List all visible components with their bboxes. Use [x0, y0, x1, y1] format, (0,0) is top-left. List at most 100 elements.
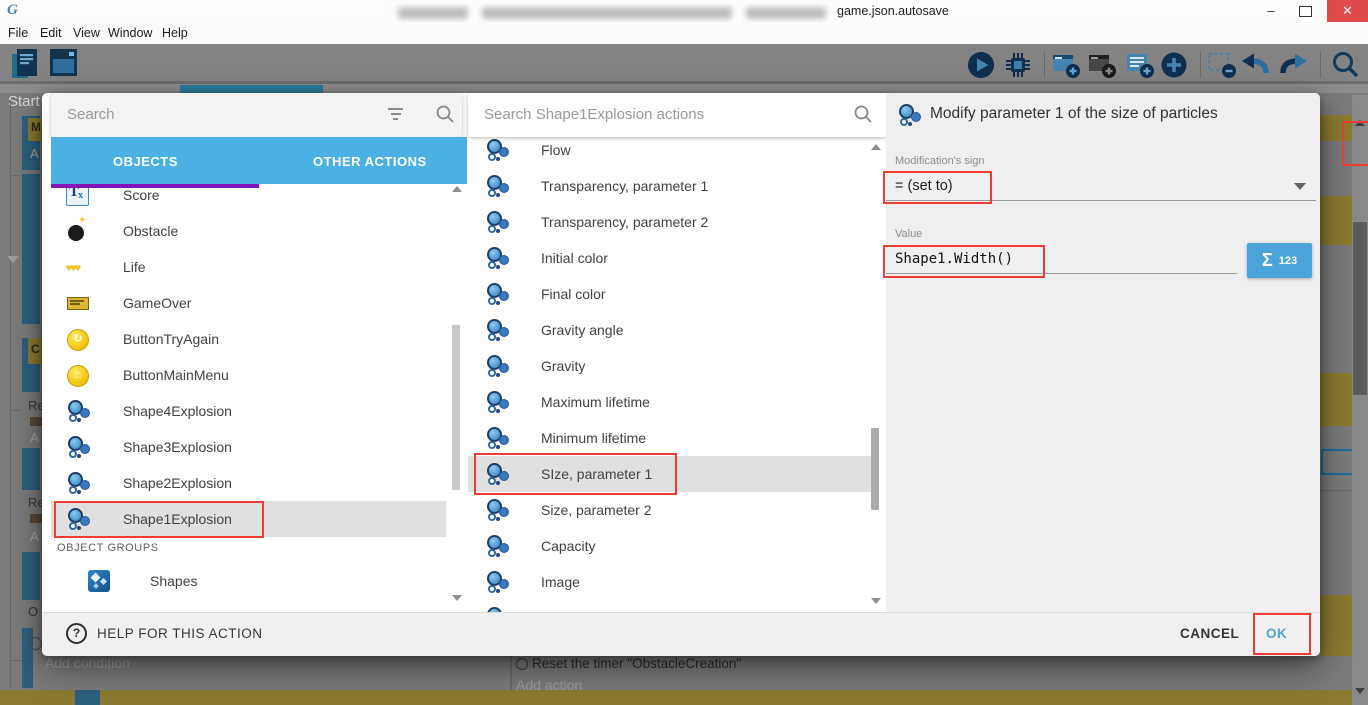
delete-event-button[interactable]: [1206, 50, 1238, 85]
object-list-item[interactable]: Shape4Explosion: [51, 393, 446, 429]
project-manager-icon[interactable]: [10, 47, 40, 86]
help-icon[interactable]: ?: [66, 623, 87, 644]
blurred-path: [398, 4, 840, 22]
action-list-item[interactable]: Final color: [468, 276, 872, 312]
object-search-field[interactable]: Search: [51, 93, 462, 137]
scrollbar-down-arrow[interactable]: [1355, 688, 1365, 694]
annotation-box-ok: [1253, 613, 1311, 655]
action-list-item[interactable]: Image: [468, 564, 872, 600]
particle-emitter-icon: [485, 282, 509, 306]
particle-emitter-icon: [485, 354, 509, 378]
undo-icon[interactable]: [1240, 50, 1272, 85]
object-list-item[interactable]: Shape3Explosion: [51, 429, 446, 465]
add-placeholder-letter: A: [30, 430, 39, 445]
annotation-box-scrollbar-top: [1342, 121, 1368, 166]
comment-letter: C: [31, 342, 40, 356]
action-list-item[interactable]: Capacity: [468, 528, 872, 564]
object-list-item[interactable]: ✦ Obstacle: [51, 213, 446, 249]
action-list-item[interactable]: Gravity angle: [468, 312, 872, 348]
actions-scroll-down[interactable]: [871, 598, 881, 604]
add-comment-button[interactable]: [1124, 50, 1156, 85]
tab-objects[interactable]: OBJECTS: [113, 154, 178, 169]
title-bar: G game.json.autosave – ✕: [0, 0, 1368, 22]
add-condition-placeholder[interactable]: Add condition: [45, 655, 130, 671]
menu-file[interactable]: File: [8, 26, 28, 40]
event-tree-tick: [10, 175, 21, 176]
particle-emitter-icon: [66, 399, 90, 423]
particle-emitter-icon: [485, 390, 509, 414]
tab-other-actions[interactable]: OTHER ACTIONS: [313, 154, 427, 169]
scrollbar-thumb[interactable]: [1353, 222, 1367, 395]
hearts-icon: ♥♥♥: [66, 255, 90, 279]
condition-thumbnail: [30, 514, 42, 523]
redo-icon[interactable]: [1277, 50, 1309, 85]
particle-emitter-icon: [485, 246, 509, 270]
timer-action-icon: [516, 658, 528, 670]
comment-letter: O: [28, 604, 38, 619]
search-events-icon[interactable]: [1330, 50, 1360, 85]
add-placeholder-letter: A: [30, 146, 39, 161]
debugger-button[interactable]: [1003, 50, 1033, 85]
add-event-button[interactable]: [1050, 50, 1082, 85]
event-tree-line: [10, 100, 11, 688]
action-list-item-partial[interactable]: [468, 600, 872, 612]
object-list-scroll-down[interactable]: [452, 595, 462, 601]
scene-editor-icon[interactable]: [48, 47, 80, 84]
dialog-footer: ? HELP FOR THIS ACTION CANCEL OK: [42, 612, 1320, 656]
particle-emitter-icon: [485, 498, 509, 522]
play-button[interactable]: [966, 50, 996, 85]
active-editor-tab-indicator: [180, 85, 323, 93]
action-list-item[interactable]: Size, parameter 2: [468, 492, 872, 528]
object-list-item[interactable]: ♥♥♥ Life: [51, 249, 446, 285]
menu-help[interactable]: Help: [162, 26, 188, 40]
help-link[interactable]: HELP FOR THIS ACTION: [97, 626, 263, 641]
minimize-button[interactable]: –: [1256, 0, 1286, 22]
menu-view[interactable]: View: [73, 26, 100, 40]
object-list-scroll-up[interactable]: [452, 186, 462, 192]
cancel-button[interactable]: CANCEL: [1180, 626, 1239, 641]
event-collapse-triangle[interactable]: [7, 256, 19, 263]
gdevelop-logo-icon: G: [7, 2, 18, 19]
shapes-group-icon: [88, 569, 112, 593]
actions-scroll-up[interactable]: [871, 144, 881, 150]
event-tree-tick: [10, 410, 21, 411]
add-button[interactable]: [1159, 50, 1189, 85]
close-button[interactable]: ✕: [1327, 0, 1368, 22]
object-list-item[interactable]: ⌂ ButtonMainMenu: [51, 357, 446, 393]
menu-window[interactable]: Window: [108, 26, 152, 40]
search-icon: [853, 104, 873, 129]
action-search-field[interactable]: Search Shape1Explosion actions: [468, 93, 887, 137]
action-list-item[interactable]: Transparency, parameter 1: [468, 168, 872, 204]
action-list-item[interactable]: Gravity: [468, 348, 872, 384]
retry-button-icon: ↻: [66, 327, 90, 351]
object-list-item[interactable]: GameOver: [51, 285, 446, 321]
object-group-item[interactable]: Shapes: [51, 561, 446, 601]
action-list-item[interactable]: Initial color: [468, 240, 872, 276]
expression-editor-button[interactable]: Σ 123: [1247, 243, 1312, 278]
toolbar-separator: [1200, 52, 1201, 78]
actions-list: Flow Transparency, parameter 1 Transpare…: [468, 93, 886, 612]
object-list-item[interactable]: Shape2Explosion: [51, 465, 446, 501]
particle-emitter-icon: [66, 471, 90, 495]
chevron-down-icon[interactable]: [1294, 183, 1306, 190]
object-list-scroll-thumb[interactable]: [452, 325, 460, 490]
action-list-item[interactable]: Transparency, parameter 2: [468, 204, 872, 240]
events-scrollbar[interactable]: [1352, 95, 1368, 705]
particle-emitter-icon: [485, 210, 509, 234]
comment-event-bar: [0, 690, 1352, 705]
action-list-item[interactable]: Maximum lifetime: [468, 384, 872, 420]
condition-thumbnail: [30, 417, 42, 426]
action-list-item[interactable]: Flow: [468, 132, 872, 168]
value-field-label: Value: [895, 228, 922, 240]
event-divider: [1320, 490, 1352, 491]
objects-tabbar: OBJECTS OTHER ACTIONS: [51, 137, 467, 184]
actions-scroll-thumb[interactable]: [871, 428, 879, 510]
action-list-item[interactable]: Minimum lifetime: [468, 420, 872, 456]
window-title: game.json.autosave: [837, 4, 949, 18]
object-list-item[interactable]: ↻ ButtonTryAgain: [51, 321, 446, 357]
maximize-button[interactable]: [1299, 6, 1312, 17]
add-subevent-button[interactable]: [1086, 50, 1118, 85]
background-action-text: Reset the timer "ObstacleCreation": [532, 656, 741, 671]
event-indent-bar: [22, 174, 40, 324]
menu-edit[interactable]: Edit: [40, 26, 62, 40]
